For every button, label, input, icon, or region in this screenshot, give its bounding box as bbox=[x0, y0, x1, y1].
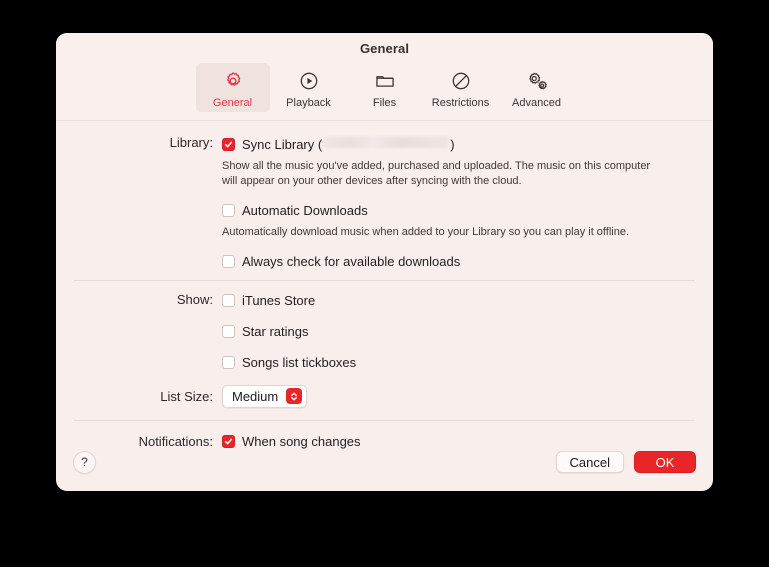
show-songs-list-tickboxes-checkbox[interactable] bbox=[222, 356, 235, 370]
sync-library-checkbox[interactable] bbox=[222, 137, 235, 151]
toolbar-tab-restrictions[interactable]: Restrictions bbox=[424, 63, 498, 112]
no-entry-icon bbox=[450, 68, 472, 94]
window-titlebar: General bbox=[56, 33, 713, 63]
show-itunes-store-checkbox-row[interactable]: iTunes Store bbox=[222, 292, 695, 310]
play-circle-icon bbox=[298, 68, 320, 94]
show-section: Show: iTunes Store Star ratings Songs li… bbox=[56, 281, 713, 420]
list-size-label: List Size: bbox=[160, 388, 213, 404]
toolbar-tab-playback[interactable]: Playback bbox=[272, 63, 346, 112]
cancel-button[interactable]: Cancel bbox=[555, 451, 624, 473]
show-songs-list-tickboxes-label: Songs list tickboxes bbox=[242, 355, 357, 371]
toolbar-tab-files[interactable]: Files bbox=[348, 63, 422, 112]
show-row: Show: iTunes Store Star ratings Songs li… bbox=[56, 292, 713, 372]
chevron-up-down-icon bbox=[286, 388, 303, 405]
toolbar-tab-advanced[interactable]: Advanced bbox=[500, 63, 574, 112]
automatic-downloads-description: Automatically download music when added … bbox=[222, 226, 630, 239]
toolbar-tab-advanced-label: Advanced bbox=[512, 97, 561, 109]
list-size-value: Medium bbox=[232, 388, 279, 404]
sync-library-label-suffix: ) bbox=[450, 136, 455, 152]
toolbar-tab-restrictions-label: Restrictions bbox=[431, 97, 490, 109]
preferences-content: Library: Sync Library () Show all the mu… bbox=[56, 121, 713, 463]
show-label: Show: bbox=[176, 291, 213, 307]
list-size-popup-button[interactable]: Medium bbox=[222, 384, 308, 408]
sync-library-label-prefix: Sync Library ( bbox=[242, 136, 323, 152]
toolbar-tab-playback-label: Playback bbox=[286, 97, 331, 109]
show-itunes-store-label: iTunes Store bbox=[242, 293, 316, 309]
library-label: Library: bbox=[169, 135, 213, 150]
automatic-downloads-checkbox[interactable] bbox=[222, 203, 235, 217]
show-star-ratings-checkbox[interactable] bbox=[222, 325, 235, 339]
always-check-downloads-checkbox[interactable] bbox=[222, 255, 235, 269]
folder-icon bbox=[374, 68, 396, 94]
sync-library-checkbox-row[interactable]: Sync Library () bbox=[222, 135, 695, 153]
automatic-downloads-label: Automatic Downloads bbox=[242, 202, 368, 218]
double-gear-icon bbox=[525, 68, 549, 94]
help-button[interactable]: ? bbox=[73, 450, 96, 474]
toolbar-tab-general[interactable]: General bbox=[195, 63, 270, 112]
preferences-window: General General Playback Files Restricti… bbox=[56, 33, 713, 491]
list-size-row: List Size: Medium bbox=[56, 384, 713, 408]
show-songs-list-tickboxes-checkbox-row[interactable]: Songs list tickboxes bbox=[222, 354, 695, 372]
toolbar-tab-files-label: Files bbox=[372, 97, 397, 109]
ok-button[interactable]: OK bbox=[634, 451, 696, 473]
library-sync-row: Library: Sync Library () Show all the mu… bbox=[56, 135, 713, 271]
show-star-ratings-label: Star ratings bbox=[242, 324, 309, 340]
gear-icon bbox=[222, 68, 244, 94]
show-star-ratings-checkbox-row[interactable]: Star ratings bbox=[222, 323, 695, 341]
always-check-downloads-checkbox-row[interactable]: Always check for available downloads bbox=[222, 253, 695, 271]
library-section: Library: Sync Library () Show all the mu… bbox=[56, 121, 713, 280]
dialog-footer: ? Cancel OK bbox=[56, 433, 713, 491]
toolbar-tab-general-label: General bbox=[212, 97, 253, 109]
sync-library-label: Sync Library () bbox=[242, 136, 455, 152]
show-itunes-store-checkbox[interactable] bbox=[222, 294, 235, 308]
automatic-downloads-checkbox-row[interactable]: Automatic Downloads bbox=[222, 201, 695, 219]
sync-library-account-redacted bbox=[323, 136, 450, 148]
window-title: General bbox=[359, 40, 410, 56]
always-check-downloads-label: Always check for available downloads bbox=[242, 254, 461, 270]
sync-library-description: Show all the music you've added, purchas… bbox=[222, 160, 651, 187]
preferences-toolbar: General Playback Files Restrictions Adva… bbox=[56, 63, 713, 121]
